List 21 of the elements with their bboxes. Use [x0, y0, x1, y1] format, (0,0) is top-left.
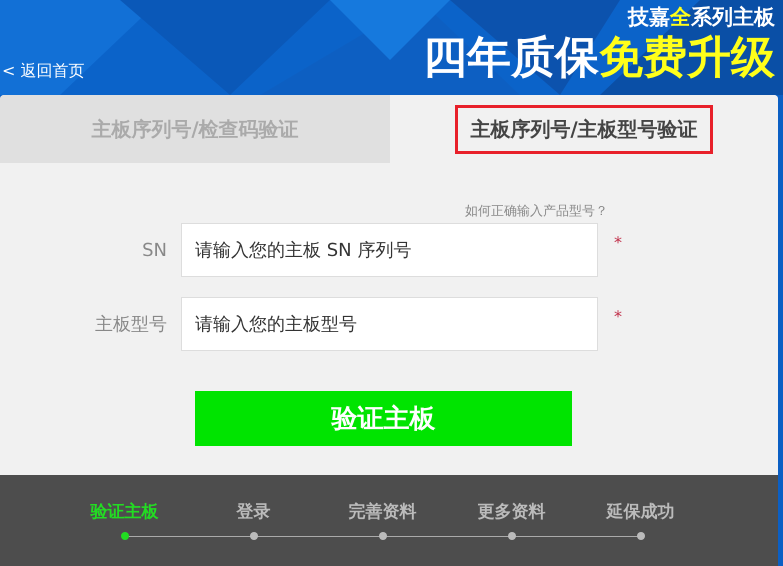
step-dot	[250, 532, 258, 540]
input-field[interactable]: 请输入您的主板 SN 序列号	[181, 223, 598, 277]
step-dot	[636, 532, 644, 540]
step-label: 登录	[236, 501, 270, 524]
headline: 四年质保免费升级	[423, 32, 775, 84]
step-label: 验证主板	[90, 501, 158, 524]
required-mark: *	[614, 307, 622, 326]
required-mark: *	[614, 233, 622, 252]
step-label: 延保成功	[606, 501, 674, 524]
step-label: 更多资料	[478, 501, 546, 524]
field-label: SN	[141, 240, 168, 260]
field-label: 主板型号	[94, 313, 168, 336]
back-home-link[interactable]: < 返回首页	[2, 61, 84, 82]
step-label: 完善资料	[348, 501, 416, 524]
step-dot	[120, 532, 128, 540]
input-field[interactable]: 请输入您的主板型号	[181, 297, 598, 351]
step-dot	[508, 532, 516, 540]
step-dot	[378, 532, 386, 540]
verify-button[interactable]: 验证主板	[195, 391, 572, 446]
help-link[interactable]: 如何正确输入产品型号？	[465, 202, 608, 220]
tagline: 技嘉全系列主板	[628, 4, 775, 31]
